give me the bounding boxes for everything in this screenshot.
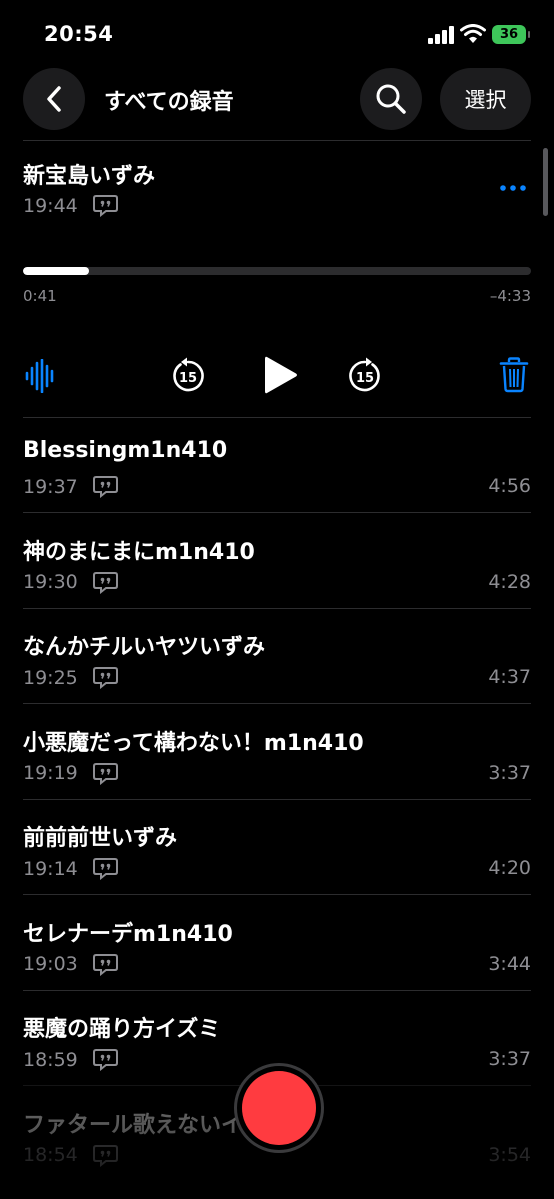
search-button[interactable] bbox=[360, 68, 422, 130]
chevron-left-icon bbox=[47, 86, 61, 112]
scrollbar[interactable] bbox=[543, 148, 548, 216]
record-button[interactable] bbox=[234, 1063, 324, 1153]
recording-time: 19:19 bbox=[23, 762, 78, 784]
recording-time: 18:59 bbox=[23, 1048, 78, 1071]
recording-meta: 19:19 bbox=[23, 762, 119, 785]
play-button[interactable] bbox=[258, 352, 302, 398]
recording-row[interactable]: セレナーデm1n410 19:03 3:44 bbox=[23, 896, 531, 991]
transcript-icon[interactable] bbox=[92, 666, 119, 689]
recording-time: 19:37 bbox=[23, 475, 78, 498]
recording-meta: 19:44 bbox=[23, 194, 119, 217]
transcript-icon[interactable] bbox=[92, 857, 119, 880]
play-icon bbox=[265, 356, 297, 394]
transcript-icon[interactable] bbox=[92, 571, 119, 594]
trash-icon bbox=[499, 357, 529, 393]
recording-row[interactable]: Blessingm1n410 19:37 4:56 bbox=[23, 418, 531, 513]
transcript-icon[interactable] bbox=[92, 194, 119, 217]
recording-time: 19:14 bbox=[23, 857, 78, 880]
recording-title: 神のまにまにm1n410 bbox=[23, 539, 255, 565]
skip-forward-button[interactable]: 15 bbox=[345, 356, 385, 396]
transcript-icon[interactable] bbox=[92, 762, 119, 785]
waveform-icon bbox=[25, 359, 54, 393]
recording-duration: 4:20 bbox=[488, 857, 531, 879]
skip-forward-15-icon: 15 bbox=[349, 357, 380, 392]
playback-scrubber[interactable] bbox=[23, 267, 531, 275]
recording-title: 前前前世いずみ bbox=[23, 826, 178, 851]
status-bar: 20:54 36 bbox=[0, 0, 554, 70]
recording-time: 19:03 bbox=[23, 953, 78, 975]
recording-meta: 19:30 bbox=[23, 571, 119, 594]
elapsed-time: 0:41 bbox=[23, 287, 57, 305]
delete-button[interactable] bbox=[497, 356, 531, 394]
page-title: すべての録音 bbox=[104, 90, 234, 115]
recording-duration: 4:37 bbox=[488, 666, 531, 688]
wifi-icon bbox=[460, 24, 486, 43]
divider bbox=[23, 140, 531, 141]
playback-progress bbox=[23, 267, 90, 275]
recording-duration: 3:37 bbox=[488, 1048, 531, 1070]
transcript-icon[interactable] bbox=[92, 475, 119, 498]
recording-title: セレナーデm1n410 bbox=[23, 921, 233, 947]
battery-icon: 36 bbox=[492, 25, 530, 44]
recording-title: 悪魔の踊り方イズミ bbox=[23, 1017, 221, 1042]
skip-back-button[interactable]: 15 bbox=[168, 356, 208, 396]
recording-duration: 3:37 bbox=[488, 761, 531, 784]
recording-title[interactable]: 新宝島いずみ bbox=[23, 158, 155, 190]
recording-meta: 19:25 bbox=[23, 666, 119, 689]
recording-row[interactable]: 小悪魔だって構わない！m1n410 19:19 3:37 bbox=[23, 705, 531, 800]
more-options-icon[interactable] bbox=[498, 176, 528, 200]
remaining-time: –4:33 bbox=[489, 287, 531, 305]
select-button[interactable]: 選択 bbox=[440, 68, 531, 130]
cellular-signal-icon bbox=[428, 26, 454, 44]
record-icon bbox=[242, 1071, 316, 1145]
skip-back-15-icon: 15 bbox=[173, 357, 204, 392]
recording-meta: 19:03 bbox=[23, 953, 119, 976]
recording-meta: 18:59 bbox=[23, 1048, 119, 1071]
transcript-icon[interactable] bbox=[92, 953, 119, 976]
recording-row[interactable]: なんかチルいヤツいずみ 19:25 4:37 bbox=[23, 609, 531, 704]
recording-meta: 19:37 bbox=[23, 475, 119, 498]
battery-level: 36 bbox=[499, 27, 519, 42]
skip-back-label: 15 bbox=[179, 371, 197, 386]
status-time: 20:54 bbox=[44, 22, 114, 46]
recording-meta: 19:14 bbox=[23, 857, 119, 880]
recording-title: Blessingm1n410 bbox=[23, 438, 228, 463]
recording-duration: 4:56 bbox=[488, 475, 531, 497]
skip-forward-label: 15 bbox=[356, 371, 374, 386]
back-button[interactable] bbox=[23, 68, 85, 130]
recording-time: 19:44 bbox=[23, 194, 78, 217]
recording-time: 19:25 bbox=[23, 666, 78, 689]
recording-row[interactable]: 前前前世いずみ 19:14 4:20 bbox=[23, 800, 531, 895]
transcript-icon[interactable] bbox=[92, 1048, 119, 1071]
recording-row[interactable]: 神のまにまにm1n410 19:30 4:28 bbox=[23, 514, 531, 609]
recording-duration: 4:28 bbox=[488, 570, 531, 593]
recording-title: なんかチルいヤツいずみ bbox=[23, 635, 266, 660]
recording-duration: 3:44 bbox=[488, 952, 531, 975]
search-icon bbox=[376, 84, 406, 114]
recording-time: 19:30 bbox=[23, 571, 78, 593]
recording-title: 小悪魔だって構わない！m1n410 bbox=[23, 730, 364, 756]
waveform-button[interactable] bbox=[22, 358, 58, 394]
